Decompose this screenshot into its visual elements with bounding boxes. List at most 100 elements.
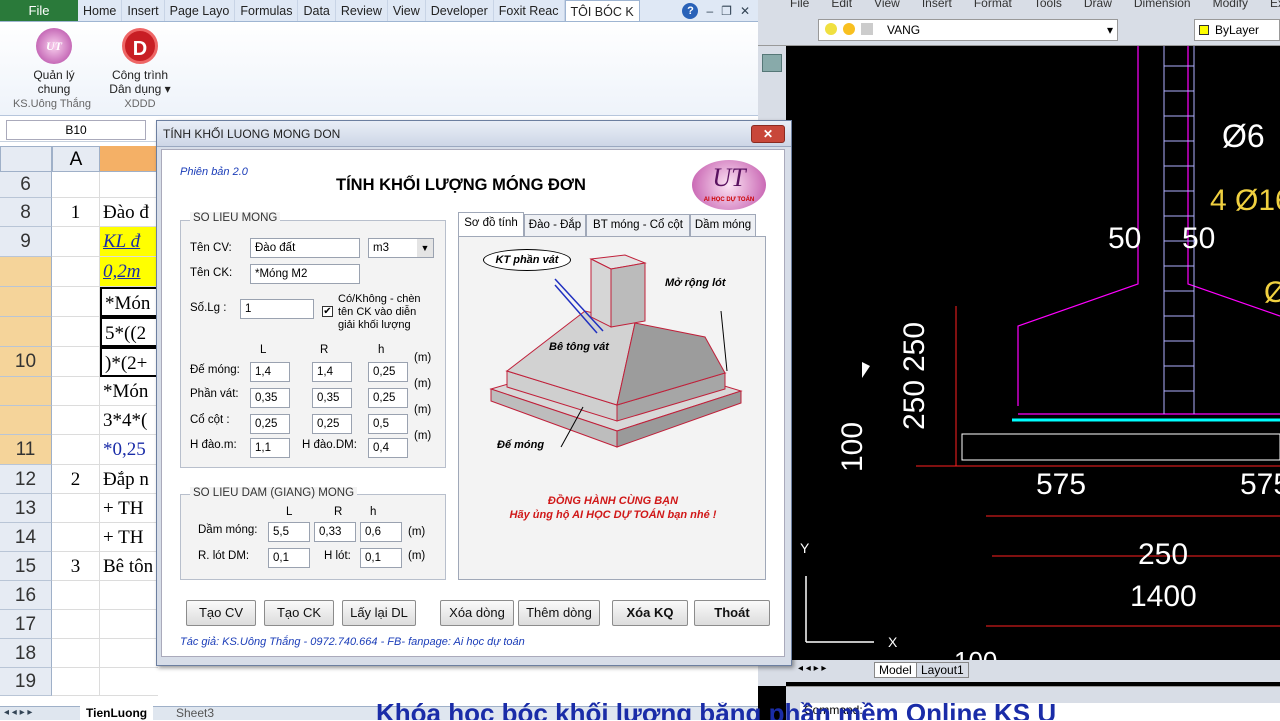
co-cot-l-input[interactable]: 0,25 bbox=[250, 414, 290, 434]
cell-a[interactable]: 1 bbox=[52, 198, 100, 227]
tab-dao-dap[interactable]: Đào - Đắp bbox=[524, 214, 586, 236]
cell-a[interactable] bbox=[52, 639, 100, 668]
cad-menu-tools[interactable]: Tools bbox=[1034, 0, 1062, 10]
cell-a[interactable] bbox=[52, 317, 100, 347]
dialog-close-button[interactable]: ✕ bbox=[751, 125, 785, 143]
cell-b[interactable]: + TH bbox=[100, 523, 158, 552]
tao-cv-button[interactable]: Tạo CV bbox=[186, 600, 256, 626]
tab-insert[interactable]: Insert bbox=[122, 0, 165, 21]
cell-a[interactable]: 2 bbox=[52, 465, 100, 494]
restore-icon[interactable]: ❐ bbox=[721, 4, 732, 18]
cell-b[interactable]: Bê tôn bbox=[100, 552, 158, 581]
row-header[interactable]: 10 bbox=[0, 347, 52, 377]
dam-mong-l-input[interactable]: 5,5 bbox=[268, 522, 310, 542]
cell-b[interactable]: + TH bbox=[100, 494, 158, 523]
row-header[interactable] bbox=[0, 317, 52, 347]
help-icon[interactable]: ? bbox=[682, 2, 699, 19]
tab-formulas[interactable]: Formulas bbox=[235, 0, 299, 21]
tab-model[interactable]: Model bbox=[874, 662, 917, 678]
de-mong-r-input[interactable]: 1,4 bbox=[312, 362, 352, 382]
cell-b[interactable] bbox=[100, 610, 158, 639]
sheet-tab-tienluong[interactable]: TienLuong bbox=[80, 706, 154, 720]
row-header[interactable]: 17 bbox=[0, 610, 52, 639]
tab-file[interactable]: File bbox=[0, 0, 78, 21]
tab-dam-mong[interactable]: Dầm móng bbox=[690, 214, 756, 236]
cell-a[interactable] bbox=[52, 610, 100, 639]
cad-menu-dimension[interactable]: Dimension bbox=[1134, 0, 1191, 10]
row-header[interactable]: 13 bbox=[0, 494, 52, 523]
ten-ck-input[interactable]: *Móng M2 bbox=[250, 264, 360, 284]
unit-select[interactable]: m3 ▼ bbox=[368, 238, 434, 258]
row-header[interactable]: 18 bbox=[0, 639, 52, 668]
de-mong-h-input[interactable]: 0,25 bbox=[368, 362, 408, 382]
tab-bt-mong-co-cot[interactable]: BT móng - Cổ cột bbox=[586, 214, 690, 236]
row-header[interactable]: 15 bbox=[0, 552, 52, 581]
cad-menu-view[interactable]: View bbox=[874, 0, 900, 10]
cell-b[interactable]: 5*((2 bbox=[100, 317, 158, 347]
row-header[interactable] bbox=[0, 287, 52, 317]
row-header[interactable] bbox=[0, 406, 52, 435]
h-dao-m-input[interactable]: 1,1 bbox=[250, 438, 290, 458]
tab-view[interactable]: View bbox=[388, 0, 426, 21]
properties-icon[interactable] bbox=[762, 54, 782, 72]
cell-b[interactable]: Đắp n bbox=[100, 465, 158, 494]
phan-vat-h-input[interactable]: 0,25 bbox=[368, 388, 408, 408]
cad-menu-modify[interactable]: Modify bbox=[1213, 0, 1248, 10]
tab-data[interactable]: Data bbox=[298, 0, 336, 21]
row-header[interactable]: 19 bbox=[0, 668, 52, 696]
cell-a[interactable] bbox=[52, 227, 100, 257]
ten-cv-input[interactable]: Đào đất bbox=[250, 238, 360, 258]
cell-b[interactable]: Đào đ bbox=[100, 198, 158, 227]
cell-b[interactable] bbox=[100, 581, 158, 610]
row-header[interactable]: 6 bbox=[0, 172, 52, 198]
cell-a[interactable] bbox=[52, 494, 100, 523]
row-header[interactable]: 9 bbox=[0, 227, 52, 257]
co-cot-r-input[interactable]: 0,25 bbox=[312, 414, 352, 434]
cell-b[interactable]: 0,2m bbox=[100, 257, 158, 287]
cell-b[interactable]: 3*4*( bbox=[100, 406, 158, 435]
tab-toi-boc[interactable]: TÔI BÓC K bbox=[564, 0, 640, 21]
cong-trinh-dan-dung-button[interactable]: D Công trình Dân dụng ▾ bbox=[100, 28, 180, 96]
xoa-dong-button[interactable]: Xóa dòng bbox=[440, 600, 514, 626]
tab-layout1[interactable]: Layout1 bbox=[916, 662, 969, 678]
cell-a[interactable] bbox=[52, 668, 100, 696]
xoa-kq-button[interactable]: Xóa KQ bbox=[612, 600, 688, 626]
cell-b[interactable]: *0,25 bbox=[100, 435, 158, 465]
cad-menu-draw[interactable]: Draw bbox=[1084, 0, 1112, 10]
cell-a[interactable] bbox=[52, 172, 100, 198]
tab-so-do-tinh[interactable]: Sơ đồ tính bbox=[458, 212, 524, 236]
cell-a[interactable] bbox=[52, 523, 100, 552]
dam-mong-r-input[interactable]: 0,33 bbox=[314, 522, 356, 542]
phan-vat-l-input[interactable]: 0,35 bbox=[250, 388, 290, 408]
cell-a[interactable] bbox=[52, 406, 100, 435]
cell-a[interactable] bbox=[52, 347, 100, 377]
tab-home[interactable]: Home bbox=[78, 0, 123, 21]
h-dao-dm-input[interactable]: 0,4 bbox=[368, 438, 408, 458]
cad-menu-express[interactable]: Express bbox=[1270, 0, 1280, 10]
de-mong-l-input[interactable]: 1,4 bbox=[250, 362, 290, 382]
column-header-a[interactable]: A bbox=[52, 146, 100, 172]
tab-developer[interactable]: Developer bbox=[426, 0, 494, 21]
name-box[interactable]: B10 bbox=[6, 120, 146, 140]
h-lot-input[interactable]: 0,1 bbox=[360, 548, 402, 568]
close-icon[interactable]: ✕ bbox=[740, 4, 750, 18]
cad-menu-file[interactable]: File bbox=[790, 0, 809, 10]
cell-a[interactable] bbox=[52, 257, 100, 287]
r-lot-input[interactable]: 0,1 bbox=[268, 548, 310, 568]
cell-a[interactable]: 3 bbox=[52, 552, 100, 581]
row-header[interactable] bbox=[0, 257, 52, 287]
row-header[interactable]: 8 bbox=[0, 198, 52, 227]
sheet-nav-icons[interactable]: ◂ ◂ ▸ ▸ bbox=[4, 707, 32, 718]
cell-a[interactable] bbox=[52, 377, 100, 406]
cad-menu-edit[interactable]: Edit bbox=[831, 0, 852, 10]
linetype-dropdown[interactable]: ByLayer bbox=[1194, 19, 1280, 41]
select-all-corner[interactable] bbox=[0, 146, 52, 172]
row-header[interactable] bbox=[0, 377, 52, 406]
cell-b[interactable] bbox=[100, 668, 158, 696]
row-header[interactable]: 16 bbox=[0, 581, 52, 610]
dialog-title-bar[interactable]: TÍNH KHỐI LUONG MONG DON ✕ bbox=[157, 121, 791, 147]
cell-a[interactable] bbox=[52, 581, 100, 610]
row-header[interactable]: 12 bbox=[0, 465, 52, 494]
row-header[interactable]: 14 bbox=[0, 523, 52, 552]
tab-review[interactable]: Review bbox=[336, 0, 388, 21]
